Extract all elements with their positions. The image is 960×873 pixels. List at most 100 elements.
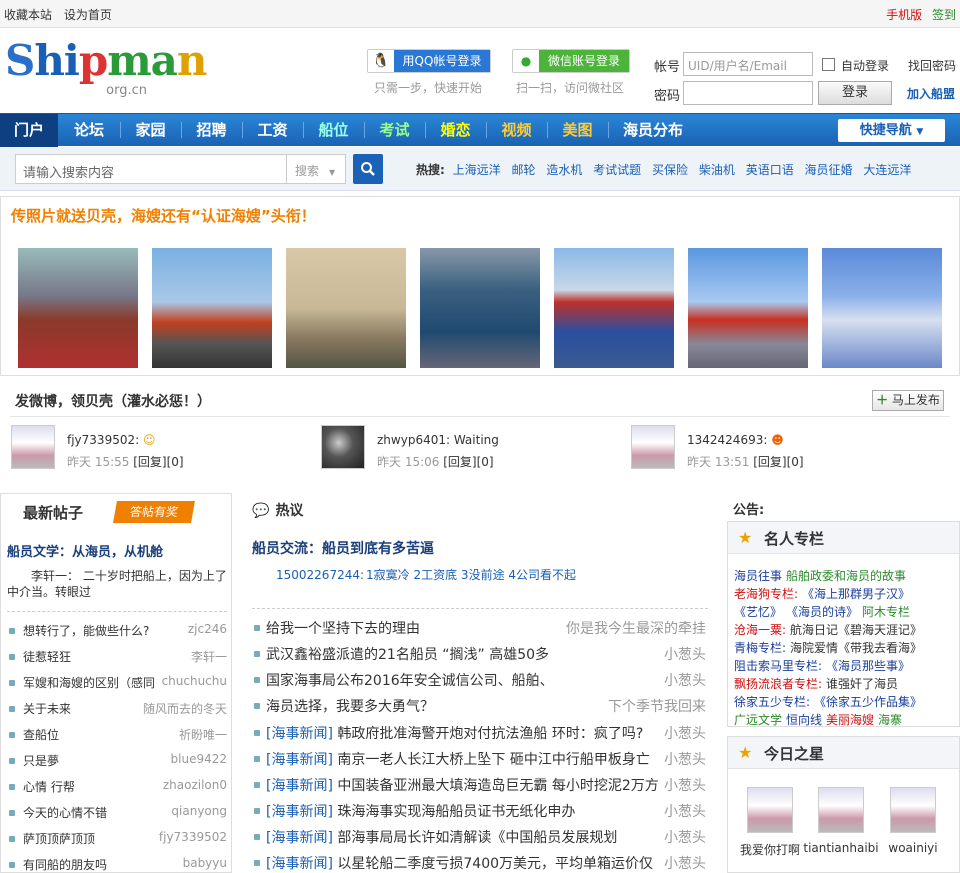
hot-search-item[interactable]: 海员征婚 xyxy=(805,161,853,178)
nav-forum[interactable]: 论坛 xyxy=(58,114,120,147)
nav-home[interactable]: 家园 xyxy=(120,114,181,147)
list-item[interactable]: 武汉鑫裕盛派遣的21名船员 “搁浅” 高雄50多 小葱头 xyxy=(252,643,708,667)
list-item[interactable]: [海事新闻] 部海事局局长许如清解读《中国船员发展规划 小葱头 xyxy=(252,826,708,850)
avatar[interactable] xyxy=(321,425,365,469)
columnist-link[interactable]: 海寨 xyxy=(878,711,902,728)
star-username[interactable]: tiantianhaibi xyxy=(801,841,881,855)
hot-search-item[interactable]: 柴油机 xyxy=(699,161,735,178)
hot-search-item[interactable]: 买保险 xyxy=(652,161,688,178)
list-item[interactable]: 徒惹轻狂 李轩一 xyxy=(7,648,229,668)
latest-headline[interactable]: 船员文学：从海员，从机舱 xyxy=(7,541,163,560)
site-logo[interactable]: Shipman org.cn xyxy=(5,37,207,103)
columnist-link[interactable]: 徐家五少专栏: xyxy=(734,693,810,710)
qq-login-button[interactable]: 🐧 用QQ帐号登录 xyxy=(367,49,491,73)
star-username[interactable]: woainiyi xyxy=(873,841,953,855)
list-item[interactable]: 查船位 祈盼唯一 xyxy=(7,726,229,746)
search-input[interactable]: 请输入搜索内容 xyxy=(15,154,287,184)
list-item[interactable]: 关于未来 随风而去的冬天 xyxy=(7,700,229,720)
list-item[interactable]: [海事新闻] 南京一老人长江大桥上坠下 砸中江中行船甲板身亡 小葱头 xyxy=(252,748,708,772)
columnist-link[interactable]: 《海员那些事》 xyxy=(826,657,910,674)
nav-exam[interactable]: 考试 xyxy=(364,114,425,147)
search-type-select[interactable]: 搜索 ▼ xyxy=(286,154,346,184)
list-item[interactable]: 军嫂和海嫂的区别（感同 chuchuchu xyxy=(7,674,229,694)
columnist-link[interactable]: 飘扬流浪者专栏: xyxy=(734,675,822,692)
nav-dating[interactable]: 婚恋 xyxy=(425,114,486,147)
list-item[interactable]: [海事新闻] 中国装备亚洲最大填海造岛巨无霸 每小时挖泥2万方 小葱头 xyxy=(252,774,708,798)
avatar[interactable] xyxy=(818,787,864,833)
columnist-link[interactable]: 广远文学 xyxy=(734,711,782,728)
avatar[interactable] xyxy=(890,787,936,833)
nav-portal[interactable]: 门户 xyxy=(0,114,58,147)
columnist-link[interactable]: 阻击索马里专栏: xyxy=(734,657,822,674)
photo-strip-title[interactable]: 传照片就送贝壳，海嫂还有“认证海嫂”头衔！ xyxy=(11,205,316,226)
nav-ship-position[interactable]: 船位 xyxy=(303,114,364,147)
columnist-link[interactable]: 海院爱情《带我去看海》 xyxy=(790,639,922,656)
columnist-link[interactable]: 阿木专栏 xyxy=(862,603,910,620)
reply-link[interactable]: [回复][0] xyxy=(443,453,493,470)
nav-video[interactable]: 视频 xyxy=(486,114,547,147)
photo-thumbnail[interactable] xyxy=(420,248,540,368)
mobile-version-link[interactable]: 手机版 xyxy=(886,6,922,23)
columnist-link[interactable]: 美丽海嫂 xyxy=(826,711,874,728)
list-item[interactable]: 今天的心情不错 qianyong xyxy=(7,804,229,824)
set-homepage-link[interactable]: 设为首页 xyxy=(64,6,112,23)
columnist-link[interactable]: 海员往事 xyxy=(734,567,782,584)
photo-thumbnail[interactable] xyxy=(688,248,808,368)
list-item[interactable]: 有同船的朋友吗 babyyu xyxy=(7,856,229,873)
list-item[interactable]: [海事新闻] 珠海海事实现海船船员证书无纸化申办 小葱头 xyxy=(252,800,708,824)
quick-nav-button[interactable]: 快捷导航 ▼ xyxy=(838,119,945,142)
search-button[interactable] xyxy=(353,154,383,184)
hot-search-item[interactable]: 英语口语 xyxy=(746,161,794,178)
columnist-link[interactable]: 船舶政委和海员的故事 xyxy=(786,567,906,584)
list-item[interactable]: 萨顶顶萨顶顶 fjy7339502 xyxy=(7,830,229,850)
columnist-link[interactable]: 《艺忆》 xyxy=(734,603,782,620)
nav-seafarer-map[interactable]: 海员分布 xyxy=(608,114,698,147)
columnist-link[interactable]: 谁强奸了海员 xyxy=(826,675,898,692)
signin-link[interactable]: 签到 xyxy=(932,6,956,23)
hot-search-item[interactable]: 邮轮 xyxy=(511,161,535,178)
nav-jobs[interactable]: 招聘 xyxy=(181,114,242,147)
list-item[interactable]: 国家海事局公布2016年安全诚信公司、船舶、 小葱头 xyxy=(252,669,708,693)
join-link[interactable]: 加入船盟 xyxy=(907,85,955,102)
add-favorite-link[interactable]: 收藏本站 xyxy=(4,6,52,23)
columnist-link[interactable]: 《海上那群男子汉》 xyxy=(802,585,910,602)
forgot-password-link[interactable]: 找回密码 xyxy=(908,57,956,74)
star-username[interactable]: 我爱你打啊 xyxy=(730,841,810,858)
columnist-link[interactable]: 《徐家五少作品集》 xyxy=(814,693,922,710)
photo-thumbnail[interactable] xyxy=(18,248,138,368)
columnist-link[interactable]: 老海狗专栏: xyxy=(734,585,798,602)
photo-thumbnail[interactable] xyxy=(554,248,674,368)
list-item[interactable]: [海事新闻] 韩政府批准海警开炮对付抗法渔船 环时：疯了吗? 小葱头 xyxy=(252,722,708,746)
wechat-login-button[interactable]: ● 微信账号登录 xyxy=(512,49,630,73)
nav-photos[interactable]: 美图 xyxy=(547,114,608,147)
columnist-link[interactable]: 恒向线 xyxy=(786,711,822,728)
hot-search-item[interactable]: 造水机 xyxy=(546,161,582,178)
list-item[interactable]: 心情 行帮 zhaozilon0 xyxy=(7,778,229,798)
hot-search-item[interactable]: 考试试题 xyxy=(593,161,641,178)
columnist-link[interactable]: 《海员的诗》 xyxy=(786,603,858,620)
login-button[interactable]: 登录 xyxy=(818,81,892,105)
avatar[interactable] xyxy=(631,425,675,469)
list-item[interactable]: 只是夢 blue9422 xyxy=(7,752,229,772)
photo-thumbnail[interactable] xyxy=(286,248,406,368)
photo-thumbnail[interactable] xyxy=(822,248,942,368)
list-item[interactable]: [海事新闻] 以星轮船二季度亏损7400万美元，平均单箱运价仅 小葱头 xyxy=(252,852,708,873)
auto-login-checkbox[interactable] xyxy=(822,58,835,71)
hot-search-item[interactable]: 大连远洋 xyxy=(863,161,911,178)
reply-link[interactable]: [回复][0] xyxy=(753,453,803,470)
columnist-link[interactable]: 航海日记《碧海天涯记》 xyxy=(790,621,922,638)
account-input[interactable]: UID/用户名/Email xyxy=(683,52,813,76)
list-item[interactable]: 海员选择，我要多大勇气？ 下个季节我回来 xyxy=(252,695,708,719)
reply-link[interactable]: [回复][0] xyxy=(133,453,183,470)
list-item[interactable]: 给我一个坚持下去的理由 你是我今生最深的牵挂 xyxy=(252,617,708,641)
list-item[interactable]: 想转行了，能做些什么? zjc246 xyxy=(7,622,229,642)
avatar[interactable] xyxy=(11,425,55,469)
hot-headline[interactable]: 船员交流：船员到底有多苦逼 xyxy=(252,538,434,558)
nav-salary[interactable]: 工资 xyxy=(242,114,303,147)
reward-badge[interactable]: 答帖有奖 xyxy=(113,501,195,523)
columnist-link[interactable]: 青梅专栏: xyxy=(734,639,786,656)
hot-search-item[interactable]: 上海远洋 xyxy=(453,161,501,178)
publish-button[interactable]: ＋ 马上发布 xyxy=(872,390,944,411)
summary-user[interactable]: 15002267244: xyxy=(276,568,364,582)
columnist-link[interactable]: 沧海一粟: xyxy=(734,621,786,638)
